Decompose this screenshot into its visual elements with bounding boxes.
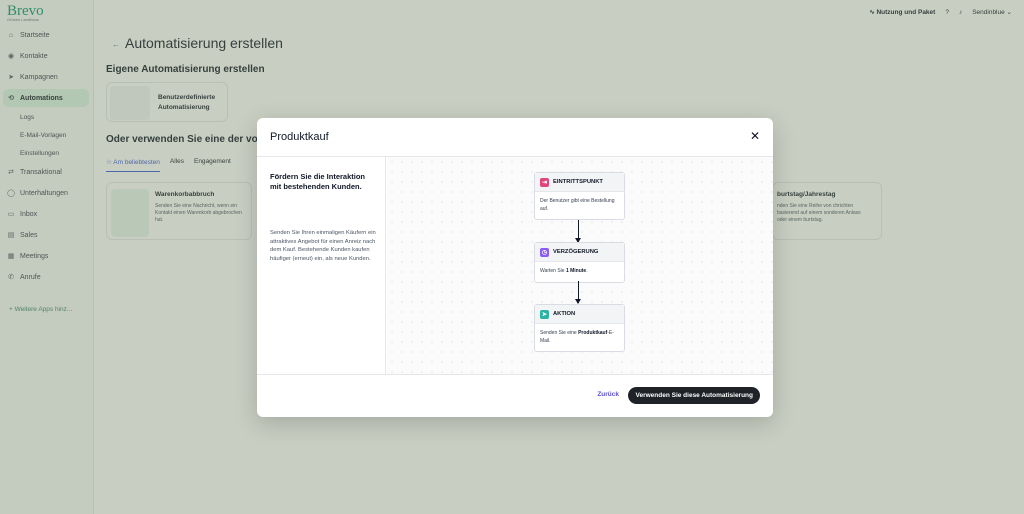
connector-arrow <box>575 220 581 243</box>
close-icon[interactable]: ✕ <box>750 130 760 142</box>
node-text: Warten Sie <box>540 268 566 274</box>
node-text: Senden Sie eine <box>540 330 579 336</box>
modal-heading: Fördern Sie die Interaktion mit bestehen… <box>270 172 366 191</box>
back-button[interactable]: Zurück <box>597 391 619 398</box>
node-title: AKTION <box>553 311 576 317</box>
use-automation-button[interactable]: Verwenden Sie diese Automatisierung <box>628 387 760 404</box>
workflow-node-action[interactable]: ➤ AKTION Senden Sie eine Produktkauf-E-Ma… <box>534 304 625 352</box>
node-text: Der Benutzer gibt eine Bestellung auf. <box>540 198 615 212</box>
divider <box>257 374 773 375</box>
node-text-bold: 1 Minute <box>565 268 587 274</box>
node-description: Warten Sie 1 Minute. <box>535 262 624 282</box>
node-title: VERZÖGERUNG <box>553 249 599 255</box>
connector-arrow <box>575 281 581 304</box>
entry-icon: ⇥ <box>540 177 549 187</box>
node-text-bold: Produktkauf <box>578 330 608 336</box>
workflow-node-entry[interactable]: ⇥ EINTRITTSPUNKT Der Benutzer gibt eine B… <box>534 172 625 220</box>
node-description: Der Benutzer gibt eine Bestellung auf. <box>535 192 624 219</box>
clock-icon: ◷ <box>540 247 549 257</box>
node-title: EINTRITTSPUNKT <box>553 179 603 185</box>
modal-title: Produktkauf <box>270 131 329 143</box>
modal-description-pane: Fördern Sie die Interaktion mit bestehen… <box>257 157 386 374</box>
node-text-suffix: . <box>586 268 588 274</box>
workflow-node-delay[interactable]: ◷ VERZÖGERUNG Warten Sie 1 Minute. <box>534 242 625 283</box>
node-description: Senden Sie eine Produktkauf-E-Mail. <box>535 324 624 351</box>
send-icon: ➤ <box>540 309 549 319</box>
modal-body-text: Senden Sie Ihren einmaligen Käufern ein … <box>270 230 376 262</box>
template-preview-modal: Produktkauf ✕ Fördern Sie die Interaktio… <box>257 118 773 417</box>
